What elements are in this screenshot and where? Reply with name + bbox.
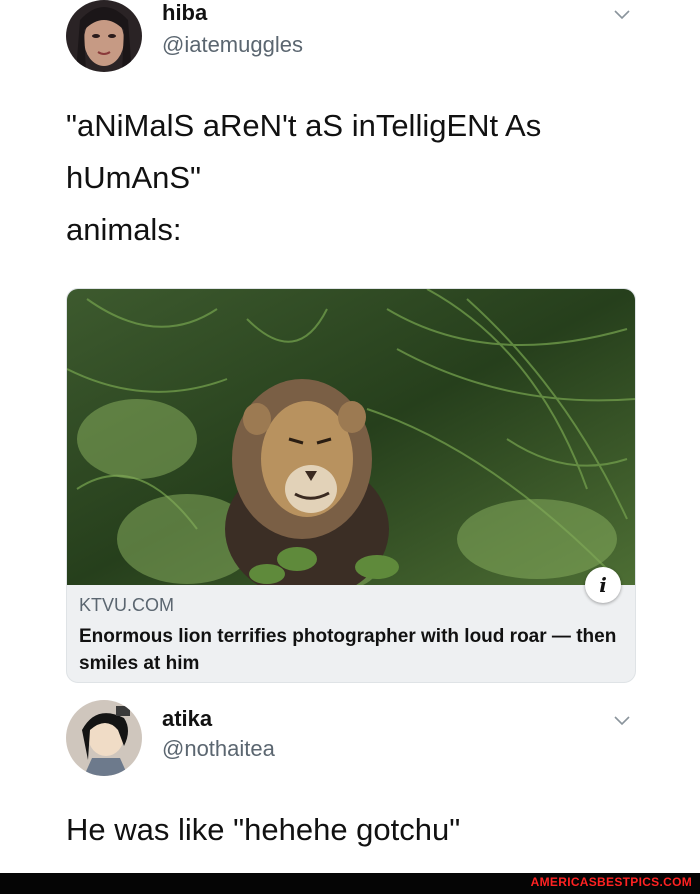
link-card[interactable]: i KTVU.COM Enormous lion terrifies photo…: [66, 288, 636, 683]
card-title[interactable]: Enormous lion terrifies photographer wit…: [79, 623, 619, 677]
tweet-text: He was like "hehehe gotchu": [66, 812, 461, 847]
tweet-text-line-2: hUmAnS": [66, 160, 202, 195]
user-handle[interactable]: @iatemuggles: [162, 32, 303, 58]
tweet-text-line-1: "aNiMalS aReN't aS inTelligENt As: [66, 108, 542, 143]
user-handle[interactable]: @nothaitea: [162, 736, 275, 762]
avatar-atika[interactable]: [66, 700, 142, 776]
watermark: AMERICASBESTPICS.COM: [530, 875, 692, 889]
tweet-text-line-3: animals:: [66, 212, 182, 247]
chevron-down-icon[interactable]: [611, 710, 633, 732]
avatar-hiba[interactable]: [66, 0, 142, 72]
user-name[interactable]: hiba: [162, 0, 207, 26]
info-icon[interactable]: i: [585, 567, 621, 603]
card-domain: KTVU.COM: [79, 595, 175, 615]
user-name[interactable]: atika: [162, 706, 212, 732]
lion-photo: [67, 289, 635, 585]
chevron-down-icon[interactable]: [611, 4, 633, 26]
